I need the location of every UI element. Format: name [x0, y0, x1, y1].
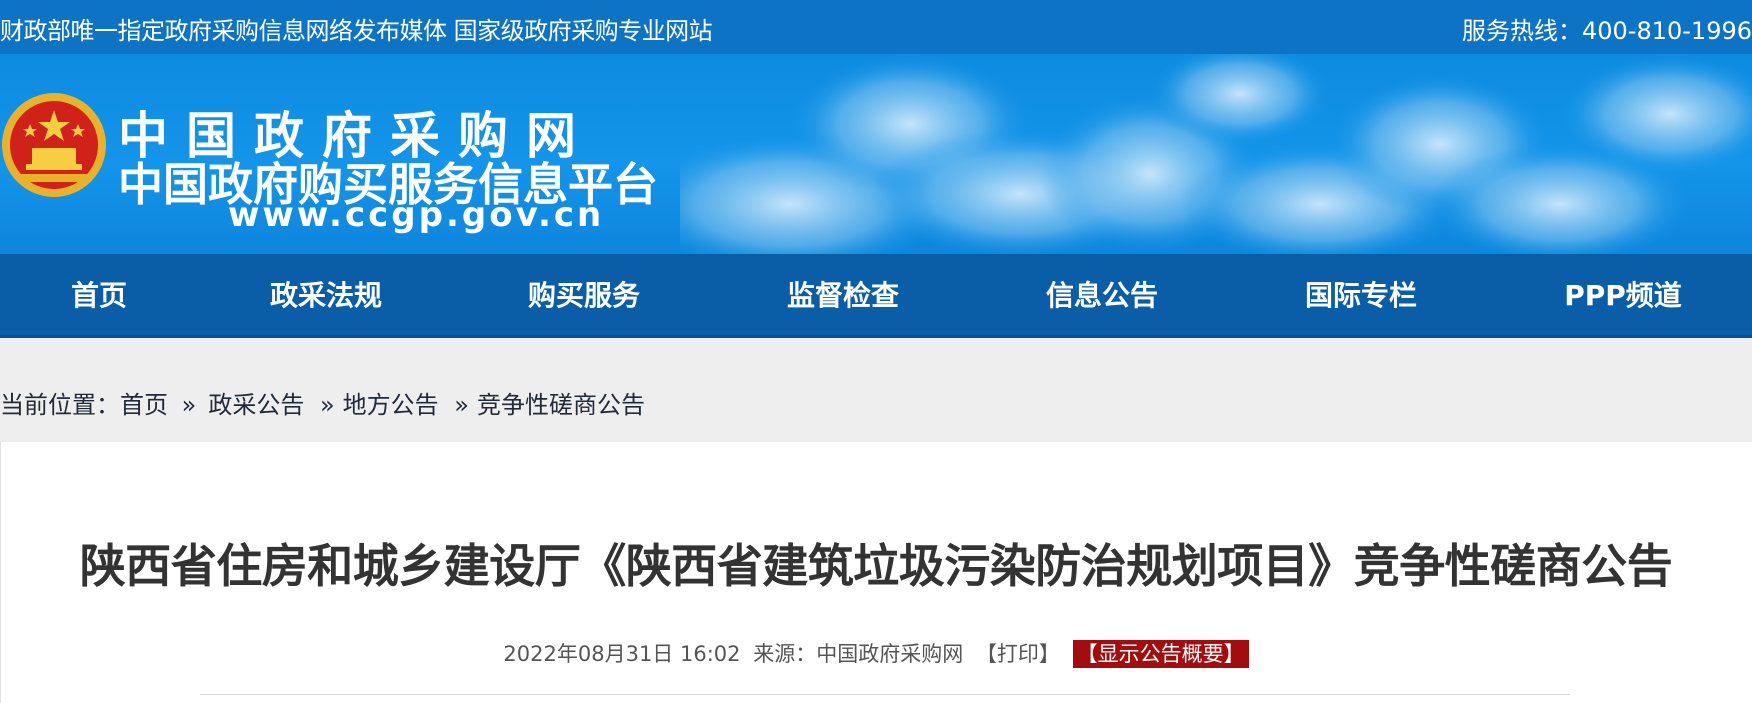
show-summary-button[interactable]: 【显示公告概要】	[1072, 640, 1249, 668]
breadcrumb-prefix: 当前位置：	[0, 391, 120, 419]
breadcrumb-separator: »	[181, 391, 197, 419]
nav-item-home[interactable]: 首页	[46, 254, 152, 338]
breadcrumb-item-local[interactable]: 地方公告	[343, 391, 439, 419]
nav-item-supervision[interactable]: 监督检查	[771, 254, 915, 338]
breadcrumb-item-consultation[interactable]: 竞争性磋商公告	[477, 391, 645, 419]
service-hotline: 服务热线：400-810-1996	[1461, 17, 1752, 45]
article-meta: 2022年08月31日 16:02 来源：中国政府采购网 【打印】 【显示公告概…	[0, 638, 1752, 668]
print-link[interactable]: 【打印】	[976, 642, 1060, 666]
top-bar: 财政部唯一指定政府采购信息网络发布媒体 国家级政府采购专业网站 服务热线：400…	[0, 0, 1752, 54]
breadcrumb-separator: »	[454, 391, 469, 419]
nav-item-ppp[interactable]: PPP频道	[1548, 254, 1698, 338]
nav-item-announcements[interactable]: 信息公告	[1030, 254, 1174, 338]
breadcrumb-separator: »	[319, 391, 335, 419]
article-title: 陕西省住房和城乡建设厅《陕西省建筑垃圾污染防治规划项目》竞争性磋商公告	[79, 539, 1673, 593]
main-nav: 首页 政采法规 购买服务 监督检查 信息公告 国际专栏 PPP频道	[0, 254, 1752, 338]
article-source: 中国政府采购网	[816, 642, 964, 666]
site-url: www.ccgp.gov.cn	[228, 195, 605, 235]
clouds-decoration	[680, 54, 1752, 254]
breadcrumb-item-procurement[interactable]: 政采公告	[208, 391, 304, 419]
national-emblem-icon	[2, 93, 106, 197]
article-source-label: 来源：	[753, 642, 817, 666]
breadcrumb-item-home[interactable]: 首页	[120, 391, 168, 419]
breadcrumb: 当前位置：首页 » 政采公告 » 地方公告 » 竞争性磋商公告	[0, 385, 645, 420]
nav-item-regulations[interactable]: 政采法规	[254, 254, 398, 338]
nav-item-international[interactable]: 国际专栏	[1289, 254, 1433, 338]
nav-item-purchase-services[interactable]: 购买服务	[512, 254, 656, 338]
divider	[200, 694, 1570, 695]
article-datetime: 2022年08月31日 16:02	[503, 642, 741, 666]
site-slogan: 财政部唯一指定政府采购信息网络发布媒体 国家级政府采购专业网站	[0, 17, 713, 45]
site-banner: 中国政府采购网 中国政府购买服务信息平台 www.ccgp.gov.cn	[0, 54, 1752, 254]
